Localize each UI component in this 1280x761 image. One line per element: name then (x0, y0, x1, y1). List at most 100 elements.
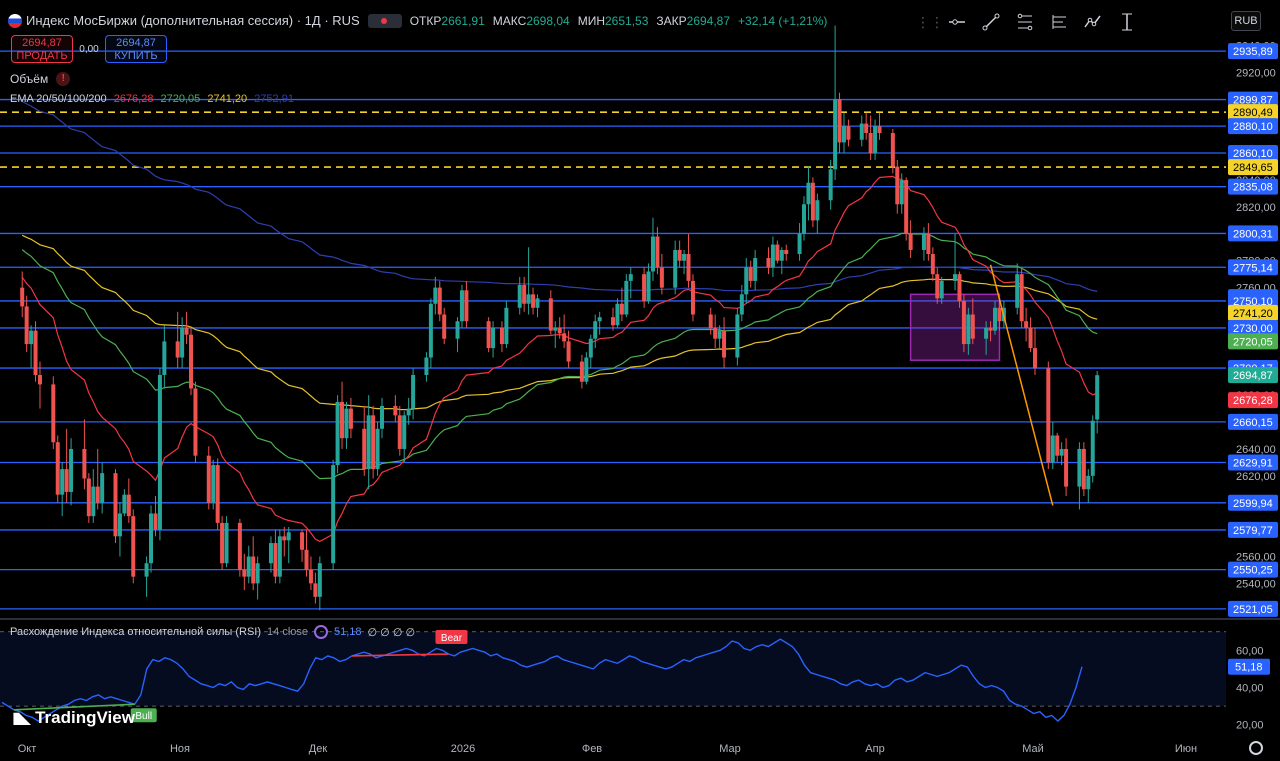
candle-body (1059, 448, 1064, 456)
vertical-line-icon[interactable] (1113, 8, 1141, 36)
candle-body (348, 408, 353, 429)
candle-body (406, 408, 411, 416)
warning-icon[interactable]: ! (56, 72, 71, 86)
candle-body (739, 294, 744, 315)
symbol-title[interactable]: Индекс МосБиржи (дополнительная сессия) … (26, 13, 360, 28)
candle-body (1015, 274, 1020, 308)
price-tag-label: 2741,20 (1233, 308, 1273, 320)
rsi-params: 14 close (267, 626, 309, 638)
candle-body (180, 327, 185, 358)
candle-body (753, 258, 758, 281)
ema100-value: 2741,20 (207, 93, 248, 105)
candle-body (904, 180, 909, 234)
candle-body (1081, 448, 1086, 490)
candle-body (162, 341, 167, 375)
buy-price: 2694,87 (116, 37, 156, 49)
candle-body (437, 287, 442, 315)
trend-line-icon[interactable] (977, 8, 1005, 36)
pitchfork-icon[interactable] (1045, 8, 1073, 36)
candle-body (144, 563, 149, 577)
candle-body (113, 473, 118, 537)
candle-body (770, 244, 775, 268)
candle-body (593, 321, 598, 339)
candle-body (442, 314, 447, 339)
tradingview-icon: ▮◣ (12, 710, 31, 727)
buy-button[interactable]: 2694,87 КУПИТЬ (105, 35, 167, 63)
candle-body (797, 233, 802, 254)
candle-body (1077, 448, 1082, 487)
trade-panel: 2694,87 ПРОДАТЬ 0,00 2694,87 КУПИТЬ (11, 35, 167, 63)
x-tick-label: 2026 (451, 743, 475, 755)
candle-body (566, 341, 571, 362)
fib-retracement-icon[interactable] (1011, 8, 1039, 36)
candle-body (895, 166, 900, 205)
ema-legend[interactable]: EMA 20/50/100/200 2676,28 2720,05 2741,2… (10, 93, 298, 105)
x-tick-label: Апр (865, 743, 884, 755)
chart-canvas[interactable]: 2940,002920,002900,002880,002860,002840,… (0, 0, 1280, 761)
russia-flag-icon (8, 13, 22, 28)
ema200-value: 2752,91 (254, 93, 294, 105)
candle-body (535, 298, 540, 308)
chart-settings-icon[interactable] (1249, 741, 1263, 755)
tradingview-logo[interactable]: ▮◣ TradingView (12, 708, 135, 728)
currency-selector[interactable]: RUB (1231, 11, 1261, 31)
price-tag-label: 2880,10 (1233, 121, 1273, 133)
candle-body (828, 169, 833, 201)
candle-body (131, 516, 136, 577)
candle-body (499, 327, 504, 345)
candle-body (424, 357, 429, 375)
candle-body (779, 249, 784, 261)
candle-body (393, 405, 398, 416)
candle-body (784, 249, 789, 254)
status-indicator-icon[interactable] (367, 13, 402, 28)
candle-body (91, 486, 96, 517)
x-tick-label: Мар (719, 743, 741, 755)
path-icon[interactable] (1079, 8, 1107, 36)
candle-body (308, 569, 313, 584)
y-tick-label: 2540,00 (1236, 578, 1276, 590)
candle-body (899, 180, 904, 205)
sell-button[interactable]: 2694,87 ПРОДАТЬ (11, 35, 73, 63)
bull-label: Bull (135, 711, 152, 722)
drag-handle-icon[interactable]: ⋮⋮ (916, 8, 944, 36)
volume-legend[interactable]: Объём ! (10, 72, 71, 86)
candle-body (1086, 475, 1091, 490)
candle-body (491, 327, 496, 349)
candle-body (642, 274, 647, 302)
candle-body (873, 126, 878, 154)
price-tag-label: 2599,94 (1233, 498, 1273, 510)
candle-body (988, 327, 993, 331)
candle-body (526, 294, 531, 304)
x-tick-label: Окт (18, 743, 37, 755)
candle-body (1064, 448, 1069, 487)
candle-body (531, 294, 536, 308)
candle-body (193, 388, 198, 456)
horizontal-ray-icon[interactable] (943, 8, 971, 36)
price-tag-label: 2935,89 (1233, 46, 1273, 58)
price-tag-label: 2629,91 (1233, 458, 1273, 470)
candle-body (619, 303, 624, 315)
candle-body (371, 415, 376, 470)
candle-body (33, 330, 38, 375)
candle-body (251, 556, 256, 584)
candle-body (868, 133, 873, 154)
candle-body (340, 401, 345, 439)
rsi-value: 51,18 (334, 626, 362, 638)
candle-body (993, 307, 998, 331)
rsi-current-label: 51,18 (1235, 662, 1263, 674)
candle-body (157, 375, 162, 530)
candle-body (60, 469, 65, 495)
candle-body (189, 334, 194, 389)
rsi-legend[interactable]: Расхождение Индекса относительной силы (… (10, 625, 415, 639)
ohlc-open: ОТКР2661,91 (409, 13, 485, 28)
candle-body (100, 473, 105, 503)
candle-body (380, 405, 385, 429)
spread-value: 0,00 (79, 43, 99, 55)
y-tick-label: 2620,00 (1236, 471, 1276, 483)
candle-body (970, 314, 975, 339)
candle-body (184, 327, 189, 335)
candle-body (1055, 435, 1060, 456)
candle-body (744, 267, 749, 295)
candle-body (149, 513, 154, 564)
rsi-settings-icon[interactable] (314, 625, 329, 639)
